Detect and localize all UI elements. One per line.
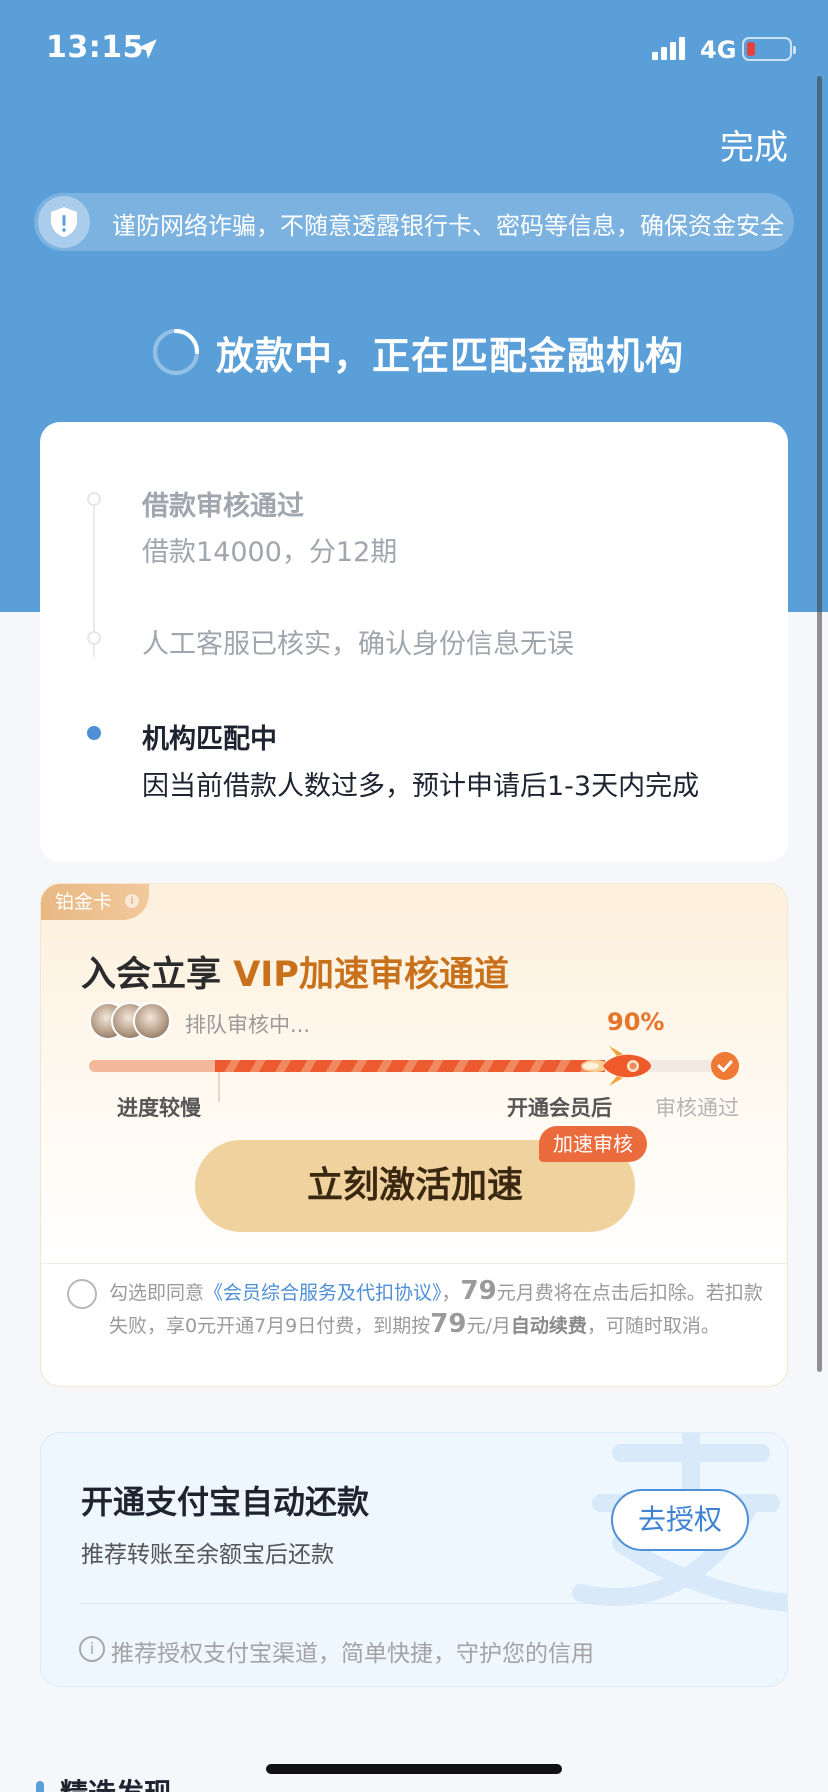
loading-title: 放款中，正在匹配金融机构: [216, 333, 685, 378]
platinum-card-tag[interactable]: 铂金卡 i: [41, 884, 149, 920]
divider: [41, 1263, 787, 1264]
timeline-dot-2: [87, 631, 101, 645]
info-icon: i: [79, 1636, 105, 1662]
security-notice-bar: 谨防网络诈骗，不随意透露银行卡、密码等信息，确保资金安全: [34, 193, 794, 251]
alipay-autopay-card: 开通支付宝自动还款 推荐转账至余额宝后还款 去授权 i 推荐授权支付宝渠道，简单…: [40, 1432, 788, 1687]
agreement-checkbox[interactable]: [67, 1279, 97, 1309]
queue-avatars: [89, 1002, 179, 1042]
queue-status-text: 排队审核中...: [185, 1013, 311, 1037]
agreement-prefix: 勾选即同意: [109, 1282, 205, 1304]
agreement-link[interactable]: 《会员综合服务及代扣协议》: [204, 1282, 442, 1304]
step-3-title: 机构匹配中: [142, 724, 277, 755]
status-bar: 13:15 4G: [0, 0, 828, 90]
agreement-price: 79: [460, 1276, 497, 1306]
step-2-title: 人工客服已核实，确认身份信息无误: [142, 629, 574, 660]
home-indicator[interactable]: [266, 1764, 562, 1774]
progress-marker-line: [218, 1072, 220, 1102]
done-button[interactable]: 完成: [720, 120, 788, 169]
loading-status: 放款中，正在匹配金融机构: [150, 322, 684, 382]
signal-icon: [652, 37, 685, 60]
loading-spinner-icon: [153, 329, 199, 375]
timeline-dot-1: [87, 492, 101, 506]
agreement-text: 勾选即同意《会员综合服务及代扣协议》，79元月费将在点击后扣除。若扣款失败，享0…: [109, 1276, 769, 1342]
label-slow: 进度较慢: [117, 1096, 201, 1120]
rocket-icon: [581, 1046, 651, 1086]
divider: [81, 1603, 749, 1604]
step-1-title: 借款审核通过: [142, 491, 304, 522]
battery-icon: [742, 37, 796, 61]
agreement-suffix: ，可随时取消。: [586, 1315, 720, 1337]
timeline-dot-3-active: [87, 726, 101, 740]
label-after-join: 开通会员后: [507, 1096, 612, 1120]
scrollbar[interactable]: [817, 76, 822, 1372]
info-icon[interactable]: i: [125, 894, 139, 908]
alipay-note: 推荐授权支付宝渠道，简单快捷，守护您的信用: [111, 1641, 594, 1667]
accelerate-badge: 加速审核: [539, 1126, 647, 1162]
status-time: 13:15: [46, 30, 144, 65]
step-1-subtitle: 借款14000，分12期: [142, 537, 398, 568]
step-3-subtitle: 因当前借款人数过多，预计申请后1-3天内完成: [142, 771, 700, 802]
network-label: 4G: [700, 36, 737, 64]
vip-title-prefix: 入会立享: [81, 955, 234, 995]
avatar: [133, 1002, 171, 1040]
agreement-renew-price: 79: [430, 1309, 467, 1339]
progress-accelerated-segment: [215, 1060, 605, 1072]
label-approved: 审核通过: [655, 1096, 739, 1120]
featured-section-header: 精选发现: [36, 1772, 172, 1792]
authorize-button[interactable]: 去授权: [611, 1489, 749, 1551]
alipay-subtitle: 推荐转账至余额宝后还款: [81, 1542, 334, 1568]
loan-progress-card: 借款审核通过 借款14000，分12期 人工客服已核实，确认身份信息无误 机构匹…: [40, 422, 788, 862]
agreement-auto-renew: 自动续费: [510, 1315, 587, 1337]
shield-icon: [38, 196, 90, 248]
vip-membership-card: 铂金卡 i 入会立享 VIP加速审核通道 排队审核中... 90% 进度较慢 开…: [40, 883, 788, 1387]
section-accent-bar: [36, 1781, 44, 1792]
check-icon: [711, 1052, 739, 1080]
vip-title: 入会立享 VIP加速审核通道: [81, 946, 509, 997]
alipay-title: 开通支付宝自动还款: [81, 1483, 370, 1521]
agreement-comma: ，: [441, 1282, 461, 1304]
vip-title-highlight: VIP加速审核通道: [233, 955, 509, 995]
agreement-unit: 元/月: [466, 1315, 511, 1337]
location-arrow-icon: [137, 39, 157, 59]
progress-slow-segment: [89, 1060, 219, 1072]
platinum-card-label: 铂金卡: [55, 891, 113, 913]
progress-percent: 90%: [607, 1008, 665, 1036]
section-title: 精选发现: [60, 1772, 172, 1792]
notice-text: 谨防网络诈骗，不随意透露银行卡、密码等信息，确保资金安全: [112, 212, 784, 240]
